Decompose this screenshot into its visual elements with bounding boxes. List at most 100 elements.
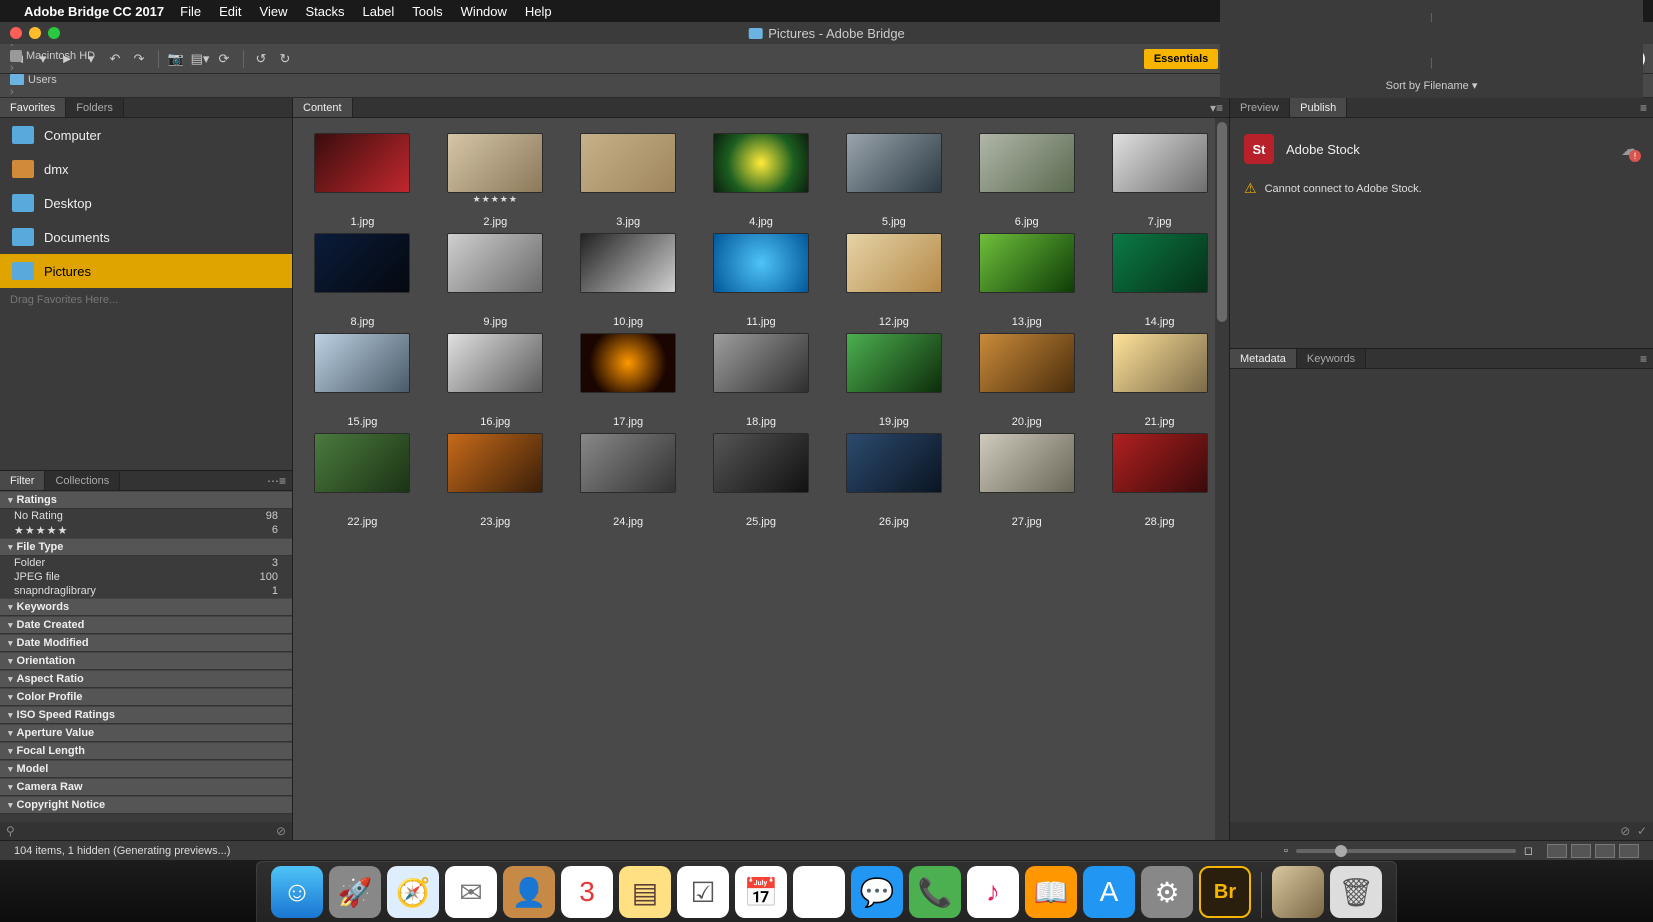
filter-group-iso-speed-ratings[interactable]: ISO Speed Ratings bbox=[0, 706, 292, 724]
thumbnail-item[interactable]: 19.jpg bbox=[830, 334, 957, 428]
thumbnail-item[interactable]: 1.jpg bbox=[299, 134, 426, 228]
app-name[interactable]: Adobe Bridge CC 2017 bbox=[24, 4, 164, 19]
dock-messages[interactable]: 💬 bbox=[851, 866, 903, 918]
filter-row[interactable]: Folder3 bbox=[0, 556, 292, 570]
crumb-macintosh-hd[interactable]: Macintosh HD bbox=[10, 50, 95, 62]
thumbnail-item[interactable]: 25.jpg bbox=[698, 434, 825, 528]
apply-edit-icon[interactable]: ✓ bbox=[1637, 824, 1647, 838]
tab-content[interactable]: Content bbox=[293, 98, 353, 117]
dock-downloads[interactable] bbox=[1272, 866, 1324, 918]
dock-photos[interactable]: ✿ bbox=[793, 866, 845, 918]
filter-group-camera-raw[interactable]: Camera Raw bbox=[0, 778, 292, 796]
menu-edit[interactable]: Edit bbox=[219, 4, 241, 19]
filter-group-aspect-ratio[interactable]: Aspect Ratio bbox=[0, 670, 292, 688]
menu-help[interactable]: Help bbox=[525, 4, 552, 19]
thumbnail-item[interactable]: 18.jpg bbox=[698, 334, 825, 428]
view-list-button[interactable] bbox=[1619, 844, 1639, 858]
content-scrollbar[interactable] bbox=[1215, 118, 1229, 840]
thumbnail-item[interactable]: 12.jpg bbox=[830, 234, 957, 328]
filter-group-model[interactable]: Model bbox=[0, 760, 292, 778]
thumbnail-item[interactable]: 26.jpg bbox=[830, 434, 957, 528]
thumb-smaller-icon[interactable]: ▫ bbox=[1284, 845, 1288, 857]
thumbnail-item[interactable]: 20.jpg bbox=[963, 334, 1090, 428]
dock-mail[interactable]: ✉ bbox=[445, 866, 497, 918]
thumbnail-item[interactable]: 5.jpg bbox=[830, 134, 957, 228]
thumbnail-item[interactable]: 24.jpg bbox=[565, 434, 692, 528]
rotate-cw-button[interactable]: ↻ bbox=[274, 49, 296, 69]
filter-group-date-created[interactable]: Date Created bbox=[0, 616, 292, 634]
filter-group-date-modified[interactable]: Date Modified bbox=[0, 634, 292, 652]
favorite-desktop[interactable]: Desktop bbox=[0, 186, 292, 220]
parent-button[interactable]: ↶ bbox=[104, 49, 126, 69]
panel-menu-icon[interactable]: ⋯≡ bbox=[261, 471, 292, 490]
panel-menu-icon[interactable]: ≡ bbox=[1634, 98, 1653, 117]
thumbnail-item[interactable]: 10.jpg bbox=[565, 234, 692, 328]
view-list-icon[interactable]: ☰ ▾ bbox=[1422, 0, 1440, 2]
dock-facetime[interactable]: 📞 bbox=[909, 866, 961, 918]
filter-group-keywords[interactable]: Keywords bbox=[0, 598, 292, 616]
tab-publish[interactable]: Publish bbox=[1290, 98, 1347, 117]
filter-row[interactable]: JPEG file100 bbox=[0, 570, 292, 584]
thumbnail-item[interactable]: 16.jpg bbox=[432, 334, 559, 428]
sort-menu[interactable]: Sort by Filename ▾ bbox=[1386, 79, 1478, 92]
filter-group-copyright-notice[interactable]: Copyright Notice bbox=[0, 796, 292, 814]
thumbnail-item[interactable]: 7.jpg bbox=[1096, 134, 1223, 228]
dock-bridge[interactable]: Br bbox=[1199, 866, 1251, 918]
batch-button[interactable]: ▤▾ bbox=[189, 49, 211, 69]
content-body[interactable]: 1.jpg★★★★★2.jpg3.jpg4.jpg5.jpg6.jpg7.jpg… bbox=[293, 118, 1229, 840]
tab-filter[interactable]: Filter bbox=[0, 471, 45, 490]
filter-group-ratings[interactable]: Ratings bbox=[0, 491, 292, 509]
filter-row[interactable]: ★★★★★6 bbox=[0, 523, 292, 538]
close-button[interactable] bbox=[10, 27, 22, 39]
minimize-button[interactable] bbox=[29, 27, 41, 39]
cancel-edit-icon[interactable]: ⊘ bbox=[1620, 824, 1630, 838]
menu-stacks[interactable]: Stacks bbox=[305, 4, 344, 19]
recent-button[interactable]: ↷ bbox=[128, 49, 150, 69]
tab-folders[interactable]: Folders bbox=[66, 98, 124, 117]
thumbnail-item[interactable]: 13.jpg bbox=[963, 234, 1090, 328]
camera-button[interactable]: 📷 bbox=[165, 49, 187, 69]
thumbnail-item[interactable]: 21.jpg bbox=[1096, 334, 1223, 428]
dock-preferences[interactable]: ⚙ bbox=[1141, 866, 1193, 918]
menu-tools[interactable]: Tools bbox=[412, 4, 442, 19]
dock-appstore[interactable]: A bbox=[1083, 866, 1135, 918]
dock-safari[interactable]: 🧭 bbox=[387, 866, 439, 918]
thumbnail-item[interactable]: 23.jpg bbox=[432, 434, 559, 528]
filter-row[interactable]: No Rating98 bbox=[0, 509, 292, 523]
pin-icon[interactable]: ⚲ bbox=[6, 824, 15, 838]
stock-row[interactable]: St Adobe Stock ☁! bbox=[1240, 128, 1643, 170]
thumbnail-item[interactable]: 27.jpg bbox=[963, 434, 1090, 528]
scrollbar-thumb[interactable] bbox=[1217, 122, 1227, 322]
panel-menu-icon[interactable]: ▾≡ bbox=[1204, 98, 1229, 117]
dock-contacts[interactable]: 👤 bbox=[503, 866, 555, 918]
crumb-users[interactable]: Users bbox=[10, 74, 95, 86]
filter-row[interactable]: snapndraglibrary1 bbox=[0, 584, 292, 598]
thumbnail-item[interactable]: 9.jpg bbox=[432, 234, 559, 328]
thumbnail-item[interactable]: 4.jpg bbox=[698, 134, 825, 228]
thumbnail-item[interactable]: 17.jpg bbox=[565, 334, 692, 428]
view-details-button[interactable] bbox=[1595, 844, 1615, 858]
dock-ibooks[interactable]: 📖 bbox=[1025, 866, 1077, 918]
thumb-larger-icon[interactable]: ◻ bbox=[1524, 844, 1533, 857]
dock-reminders[interactable]: ☑ bbox=[677, 866, 729, 918]
tab-preview[interactable]: Preview bbox=[1230, 98, 1290, 117]
tab-keywords[interactable]: Keywords bbox=[1297, 349, 1366, 368]
dock-calendar[interactable]: 3 bbox=[561, 866, 613, 918]
slider-track[interactable] bbox=[1296, 849, 1516, 853]
view-thumbnails-button[interactable] bbox=[1547, 844, 1567, 858]
rotate-ccw-button[interactable]: ↺ bbox=[250, 49, 272, 69]
slider-thumb[interactable] bbox=[1335, 845, 1347, 857]
workspace-essentials[interactable]: Essentials bbox=[1144, 49, 1218, 69]
filter-group-color-profile[interactable]: Color Profile bbox=[0, 688, 292, 706]
thumbnail-item[interactable]: 15.jpg bbox=[299, 334, 426, 428]
thumbnail-item[interactable]: 22.jpg bbox=[299, 434, 426, 528]
filter-group-aperture-value[interactable]: Aperture Value bbox=[0, 724, 292, 742]
favorite-documents[interactable]: Documents bbox=[0, 220, 292, 254]
menu-view[interactable]: View bbox=[260, 4, 288, 19]
thumbnail-item[interactable]: 6.jpg bbox=[963, 134, 1090, 228]
favorite-pictures[interactable]: Pictures bbox=[0, 254, 292, 288]
tab-metadata[interactable]: Metadata bbox=[1230, 349, 1297, 368]
thumb-size-slider[interactable]: ▫ ◻ bbox=[1284, 844, 1533, 857]
zoom-button[interactable] bbox=[48, 27, 60, 39]
filter-group-orientation[interactable]: Orientation bbox=[0, 652, 292, 670]
